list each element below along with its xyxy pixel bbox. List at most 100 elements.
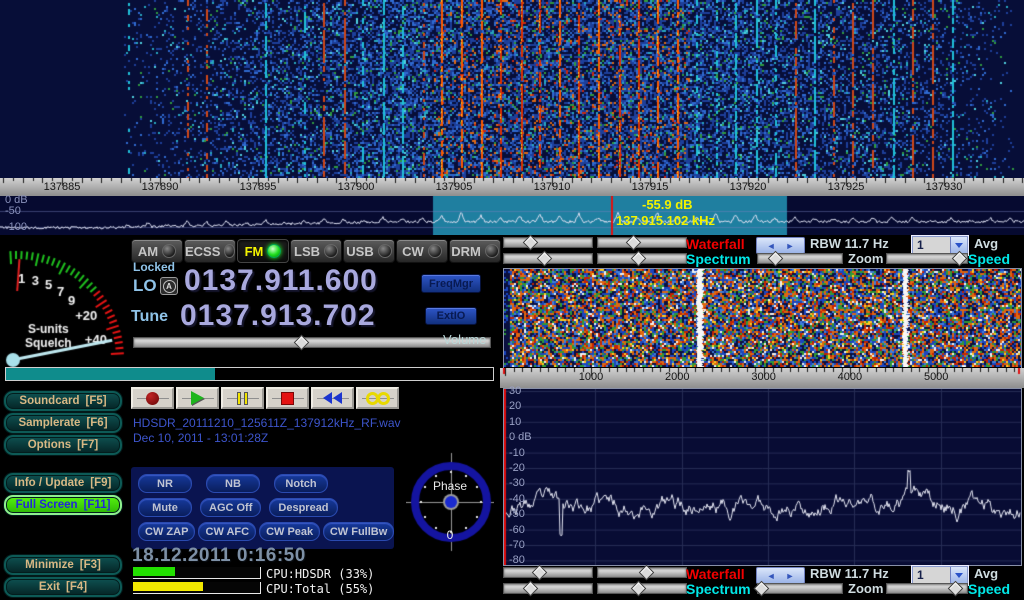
main-spectrum-strip[interactable]: 0 dB-50-100: [0, 196, 1024, 235]
chevron-down-icon-2[interactable]: [950, 567, 967, 584]
volume-slider-thumb[interactable]: [294, 335, 310, 351]
wav-filename: HDSDR_20111210_125611Z_137912kHz_RF.wav: [133, 416, 401, 430]
playback-controls: [131, 387, 399, 409]
pause-icon: [237, 392, 248, 405]
marker-freq-value: 137.915.102 kHz: [616, 213, 715, 229]
dsp-row: NR NB Notch: [131, 474, 394, 493]
dsp-panel: NR NB Notch Mute AGC Off Despread CW ZAPCW AFC…: [131, 467, 394, 549]
tune-frequency-value[interactable]: 0137.913.702: [180, 299, 376, 333]
playback-position-fill: [6, 368, 215, 380]
dsp-button-mute[interactable]: Mute: [138, 498, 192, 517]
band-arrows-button-2[interactable]: ◄►: [756, 567, 805, 584]
zoom-slider[interactable]: [757, 253, 843, 264]
spectrum-brightness-slider-2[interactable]: [597, 583, 687, 594]
loop-button[interactable]: [356, 387, 399, 409]
zoom-frequency-scale[interactable]: 10002000300040005000: [500, 368, 1024, 388]
cpu-total-bar: [133, 582, 261, 594]
arrow-left-icon[interactable]: ◄: [767, 241, 776, 251]
zoom-scale-label: 5000: [924, 371, 948, 383]
zoom-waterfall-display[interactable]: [504, 269, 1021, 367]
samplerate-button[interactable]: Samplerate[F6]: [4, 413, 122, 433]
waterfall-brightness-slider-thumb[interactable]: [626, 235, 642, 251]
speed-slider[interactable]: [886, 253, 968, 264]
waterfall-brightness-slider-2[interactable]: [597, 567, 687, 578]
full-screen-label: Full Screen: [16, 499, 78, 511]
info-update-button[interactable]: Info / Update[F9]: [4, 473, 122, 493]
lo-auto-button[interactable]: A: [160, 277, 178, 295]
loop-icon: [366, 392, 390, 405]
main-scale-label: 137920: [730, 181, 767, 193]
spectrum-brightness-slider-thumb-2[interactable]: [630, 581, 646, 597]
waterfall-contrast-slider-2[interactable]: [503, 567, 593, 578]
spectrum-brightness-slider[interactable]: [597, 253, 687, 264]
waterfall-label: Waterfall: [686, 236, 745, 252]
band-arrows-button[interactable]: ◄►: [756, 237, 805, 254]
mode-led-icon: [485, 244, 499, 258]
waterfall-contrast-slider-thumb[interactable]: [523, 235, 539, 251]
pause-button[interactable]: [221, 387, 264, 409]
dsp-button-agc-off[interactable]: AGC Off: [200, 498, 261, 517]
dsp-button-cw-fullbw[interactable]: CW FullBw: [323, 522, 394, 541]
lo-frequency-value[interactable]: 0137.911.600: [184, 264, 378, 298]
play-icon: [191, 391, 204, 405]
dsp-button-nr[interactable]: NR: [138, 474, 192, 493]
waterfall-brightness-slider-thumb-2[interactable]: [639, 565, 655, 581]
main-scale-label: 137905: [436, 181, 473, 193]
spectrum-contrast-slider-thumb[interactable]: [536, 251, 552, 267]
zoom-spectrum-display[interactable]: [504, 389, 1021, 565]
hdsdr-window: 1378851378901378951379001379051379101379…: [0, 0, 1024, 600]
minimize-button[interactable]: Minimize[F3]: [4, 555, 122, 575]
rewind-button[interactable]: [311, 387, 354, 409]
dsp-button-despread[interactable]: Despread: [269, 498, 337, 517]
mode-button-lsb[interactable]: LSB: [290, 239, 342, 263]
freqmgr-button[interactable]: FreqMgr: [421, 274, 481, 293]
marker-db-value: -55.9 dB: [642, 197, 715, 213]
spectrum-brightness-slider-thumb[interactable]: [630, 251, 646, 267]
speed-slider-thumb[interactable]: [952, 251, 968, 267]
mode-button-ecss[interactable]: ECSS: [184, 239, 236, 263]
main-waterfall-display[interactable]: [0, 0, 1024, 178]
speed-slider-thumb-2[interactable]: [948, 581, 964, 597]
spectrum-contrast-slider-2[interactable]: [503, 583, 593, 594]
speed-slider-2[interactable]: [886, 583, 968, 594]
spectrum-contrast-slider[interactable]: [503, 253, 593, 264]
record-button[interactable]: [131, 387, 174, 409]
dsp-button-cw-zap[interactable]: CW ZAP: [138, 522, 195, 541]
zoom-slider-thumb[interactable]: [768, 251, 784, 267]
minimize-label: Minimize: [25, 559, 74, 571]
mode-button-usb[interactable]: USB: [343, 239, 395, 263]
exit-button[interactable]: Exit[F4]: [4, 577, 122, 597]
avg-select-value: 1: [913, 237, 950, 254]
mode-button-cw[interactable]: CW: [396, 239, 448, 263]
main-scale-label: 137890: [142, 181, 179, 193]
main-scale-label: 137900: [338, 181, 375, 193]
phase-indicator: Phase 0: [406, 449, 494, 553]
waterfall-brightness-slider[interactable]: [597, 237, 687, 248]
zoom-spectrum-db-label: 0 dB: [509, 431, 532, 443]
mode-button-drm[interactable]: DRM: [449, 239, 501, 263]
extio-button[interactable]: ExtIO: [425, 307, 477, 325]
stop-button[interactable]: [266, 387, 309, 409]
mode-button-fm[interactable]: FM: [237, 239, 289, 263]
arrow-right-icon-2[interactable]: ►: [786, 571, 795, 581]
playback-position-bar[interactable]: [5, 367, 494, 381]
dsp-button-nb[interactable]: NB: [206, 474, 260, 493]
soundcard-button[interactable]: Soundcard[F5]: [4, 391, 122, 411]
arrow-left-icon-2[interactable]: ◄: [767, 571, 776, 581]
dsp-button-cw-afc[interactable]: CW AFC: [198, 522, 256, 541]
full-screen-button[interactable]: Full Screen[F11]: [4, 495, 122, 515]
mode-led-icon: [224, 244, 235, 258]
zoom-slider-2[interactable]: [757, 583, 843, 594]
options-button[interactable]: Options[F7]: [4, 435, 122, 455]
zoom-scale-label: 4000: [838, 371, 862, 383]
play-button[interactable]: [176, 387, 219, 409]
dsp-button-notch[interactable]: Notch: [274, 474, 328, 493]
waterfall-contrast-slider-thumb-2[interactable]: [532, 565, 548, 581]
dsp-button-cw-peak[interactable]: CW Peak: [259, 522, 320, 541]
extio-label: ExtIO: [437, 310, 466, 322]
main-frequency-scale[interactable]: 1378851378901378951379001379051379101379…: [0, 178, 1024, 196]
waterfall-contrast-slider[interactable]: [503, 237, 593, 248]
spectrum-contrast-slider-thumb-2[interactable]: [523, 581, 539, 597]
volume-slider[interactable]: [133, 337, 491, 348]
arrow-right-icon[interactable]: ►: [786, 241, 795, 251]
